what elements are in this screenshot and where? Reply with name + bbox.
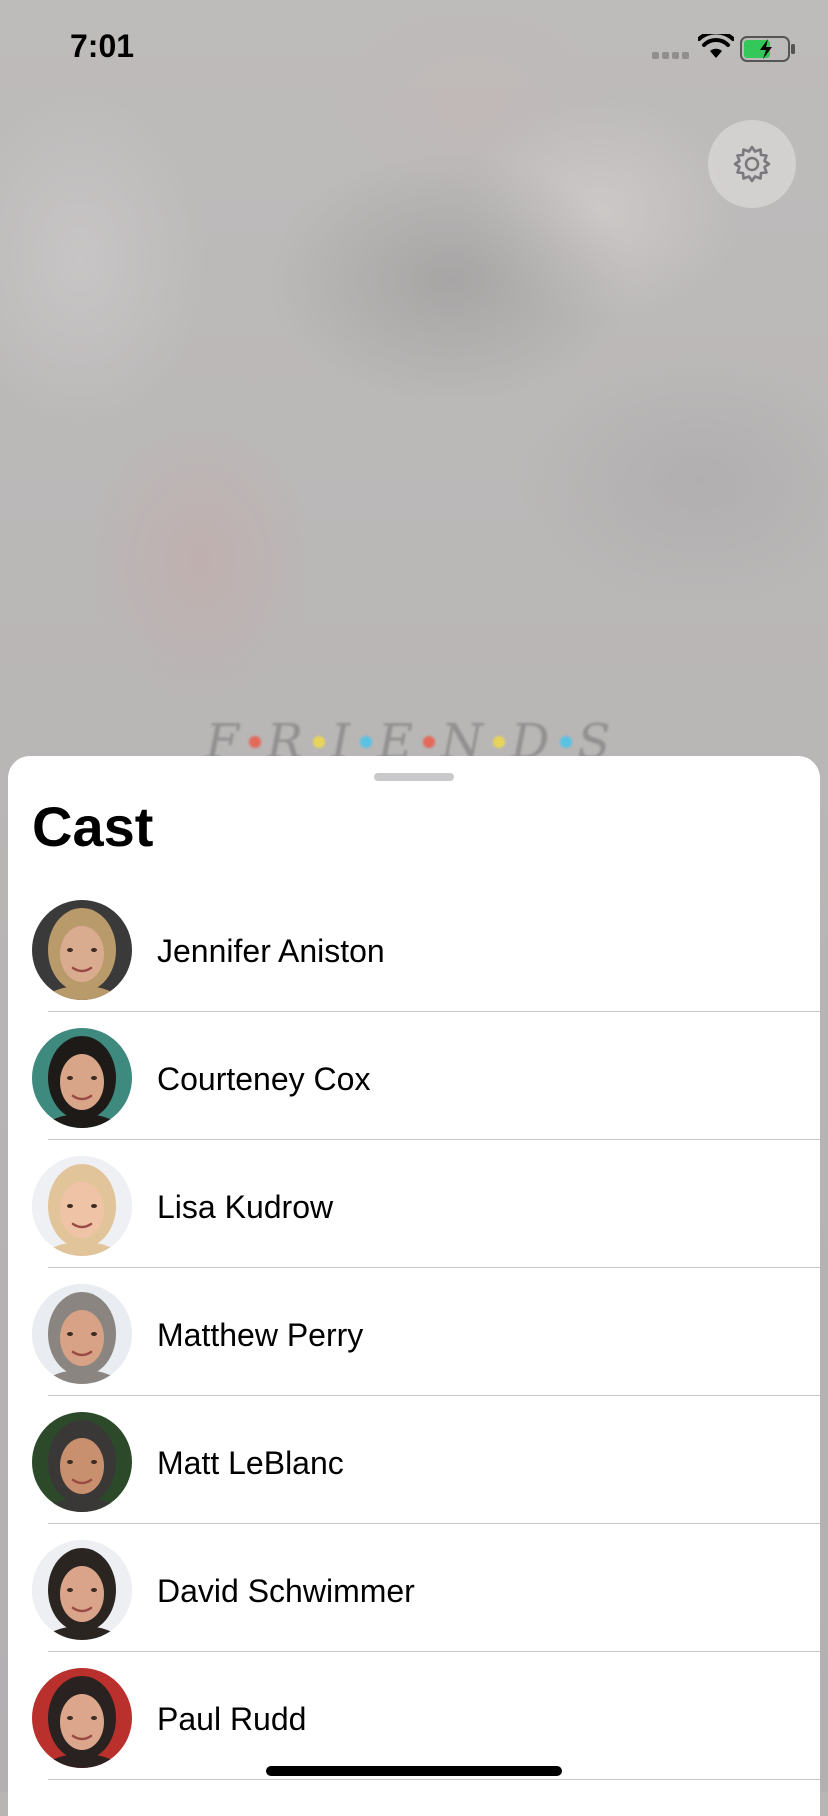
avatar-photo [32,1412,132,1512]
logo-dot [360,736,372,748]
cast-avatar [32,900,132,1000]
cast-name: David Schwimmer [157,1573,415,1609]
sheet-title: Cast [32,795,154,858]
cast-name: Jennifer Aniston [157,933,385,969]
cast-sheet: Cast Jennifer Aniston Courteney Cox Lisa K… [8,756,820,1816]
cast-name: Lisa Kudrow [157,1189,334,1225]
battery-charging-icon [740,36,796,67]
gear-icon [733,145,771,183]
cast-row[interactable]: Courteney Cox [8,1012,820,1140]
logo-dot [559,736,572,748]
cast-row[interactable]: Paul Rudd [8,1652,820,1780]
cast-avatar [32,1412,132,1512]
logo-dot [248,736,261,748]
cast-avatar [32,1540,132,1640]
home-indicator[interactable] [266,1766,562,1776]
cast-avatar [32,1284,132,1384]
cast-name: Courteney Cox [157,1061,371,1097]
status-bar: 7:01 [0,0,828,100]
sheet-grabber[interactable] [374,773,454,781]
logo-dot [493,736,506,748]
cast-avatar [32,1028,132,1128]
avatar-photo [32,1156,132,1256]
avatar-photo [32,1284,132,1384]
wifi-icon [697,30,735,65]
cast-row[interactable]: Matthew Perry [8,1268,820,1396]
cellular-signal-icon [652,52,689,59]
row-divider [48,1779,820,1780]
cast-row[interactable]: Matt LeBlanc [8,1396,820,1524]
cast-avatar [32,1668,132,1768]
cast-row[interactable]: Jennifer Aniston [8,884,820,1012]
logo-dot [313,736,326,748]
logo-dot [423,736,436,748]
status-time: 7:01 [70,28,135,64]
cast-row[interactable]: Lisa Kudrow [8,1140,820,1268]
cast-name: Matt LeBlanc [157,1445,344,1481]
avatar-photo [32,1540,132,1640]
cast-name: Paul Rudd [157,1701,307,1737]
avatar-photo [32,900,132,1000]
cast-name: Matthew Perry [157,1317,364,1353]
cast-list: Jennifer Aniston Courteney Cox Lisa Kudrow… [8,884,820,1780]
avatar-photo [32,1668,132,1768]
cast-avatar [32,1156,132,1256]
cast-row[interactable]: David Schwimmer [8,1524,820,1652]
settings-button[interactable] [708,120,796,208]
avatar-photo [32,1028,132,1128]
